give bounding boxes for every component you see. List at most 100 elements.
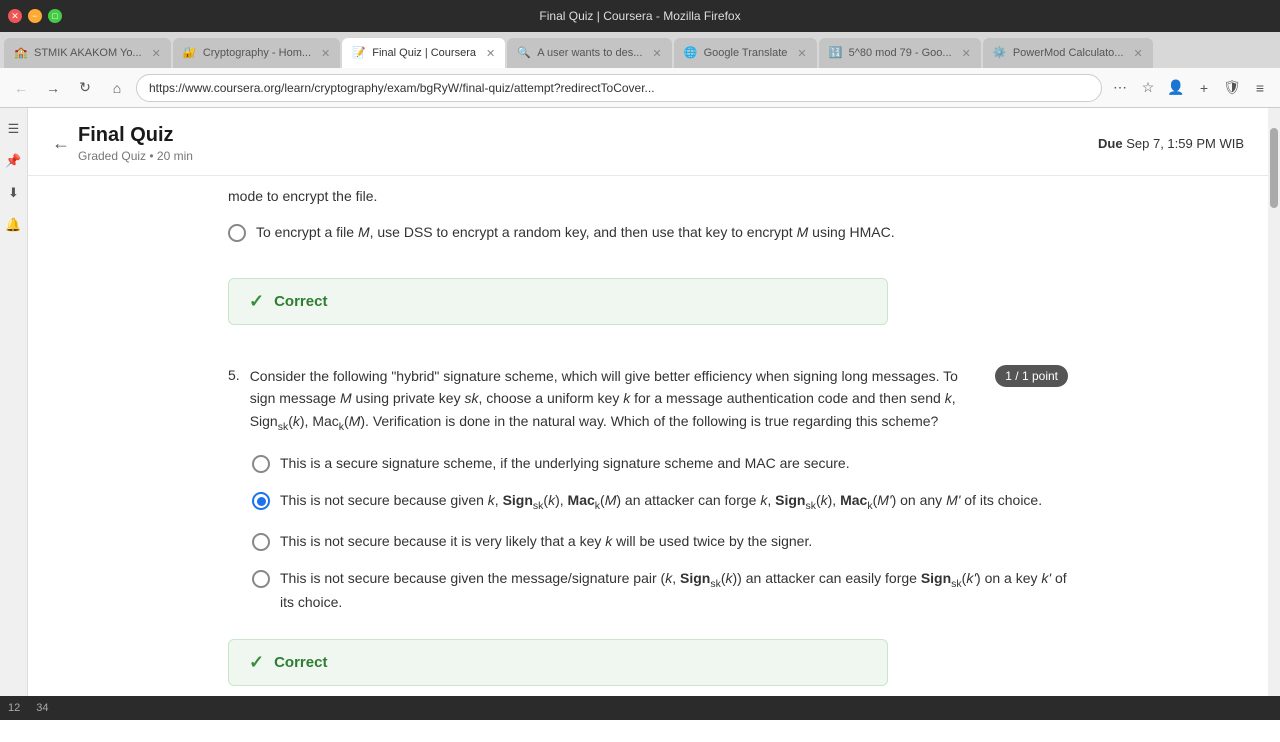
- tab-final-quiz[interactable]: 📝 Final Quiz | Coursera ✕: [342, 38, 505, 68]
- tab-cryptography[interactable]: 🔐 Cryptography - Hom... ✕: [173, 38, 340, 68]
- close-button[interactable]: ✕: [8, 9, 22, 23]
- tab-label-powermod: PowerMod Calculato...: [1013, 47, 1124, 59]
- math-q5-k2: k: [945, 390, 952, 406]
- question-5-body: 5. Consider the following "hybrid" signa…: [228, 365, 979, 435]
- answer-text-q5-opt4: This is not secure because given the mes…: [280, 568, 1068, 614]
- home-button[interactable]: ⌂: [104, 75, 130, 101]
- back-arrow-icon: ←: [52, 133, 70, 154]
- radio-q5-opt2[interactable]: [252, 492, 270, 510]
- sidebar-icon-2[interactable]: 📌: [3, 150, 25, 172]
- math-q5-sk: sk: [464, 390, 478, 406]
- taskbar-date: 34: [36, 702, 48, 714]
- quiz-subtitle: Graded Quiz • 20 min: [78, 149, 193, 163]
- correct-text-1: Correct: [274, 293, 327, 310]
- due-date: Sep 7, 1:59 PM WIB: [1126, 136, 1244, 151]
- radio-q5-opt3[interactable]: [252, 533, 270, 551]
- answer-text-q5-opt3: This is not secure because it is very li…: [280, 531, 812, 552]
- math-k: k: [488, 492, 495, 508]
- correct-banner-2: ✓ Correct: [228, 639, 888, 686]
- tab-user[interactable]: 🔍 A user wants to des... ✕: [507, 38, 671, 68]
- back-button[interactable]: ← Final Quiz Graded Quiz • 20 min: [52, 124, 193, 163]
- correct-text-2: Correct: [274, 654, 327, 671]
- back-nav-button[interactable]: ←: [8, 75, 34, 101]
- tab-close-translate[interactable]: ✕: [797, 47, 806, 60]
- refresh-button[interactable]: ↻: [72, 75, 98, 101]
- due-label: Due: [1098, 136, 1123, 151]
- browser-window: ✕ − □ Final Quiz | Coursera - Mozilla Fi…: [0, 0, 1280, 742]
- due-info: Due Sep 7, 1:59 PM WIB: [1098, 136, 1244, 151]
- tab-favicon-stmik: 🏫: [14, 46, 28, 60]
- question-5-header: 5. Consider the following "hybrid" signa…: [228, 365, 1068, 435]
- addon-icon[interactable]: +: [1192, 76, 1216, 100]
- partial-answer-text: mode to encrypt the file.: [228, 188, 1068, 212]
- tab-modmath[interactable]: 🔢 5^80 mod 79 - Goo... ✕: [819, 38, 981, 68]
- tab-close-stmik[interactable]: ✕: [152, 47, 161, 60]
- math-kprime: k': [966, 570, 976, 586]
- forward-nav-button[interactable]: →: [40, 75, 66, 101]
- menu-icon[interactable]: ≡: [1248, 76, 1272, 100]
- tab-close-modmath[interactable]: ✕: [962, 47, 971, 60]
- math-M3: M: [605, 492, 617, 508]
- q5-option-2: This is not secure because given k, Sign…: [252, 484, 1068, 521]
- quiz-title: Final Quiz: [78, 124, 193, 147]
- tab-label-translate: Google Translate: [704, 47, 788, 59]
- maximize-button[interactable]: □: [48, 9, 62, 23]
- point-badge-q5: 1 / 1 point: [995, 365, 1068, 387]
- math-M1: M: [358, 224, 370, 240]
- bookmark-icon[interactable]: ☆: [1136, 76, 1160, 100]
- math-q5-M: M: [340, 390, 352, 406]
- shield-icon[interactable]: 🛡: [1220, 76, 1244, 100]
- tab-translate[interactable]: 🌐 Google Translate ✕: [674, 38, 817, 68]
- check-icon-2: ✓: [249, 652, 264, 673]
- toolbar-icons: ⋯ ☆ 👤 + 🛡 ≡: [1108, 76, 1272, 100]
- window-title: Final Quiz | Coursera - Mozilla Firefox: [539, 9, 740, 23]
- q5-option-4: This is not secure because given the mes…: [252, 562, 1068, 620]
- tab-label-quiz: Final Quiz | Coursera: [372, 47, 476, 59]
- profile-icon[interactable]: 👤: [1164, 76, 1188, 100]
- tab-close-crypto[interactable]: ✕: [321, 47, 330, 60]
- scrollbar-thumb[interactable]: [1270, 128, 1278, 208]
- tab-close-user[interactable]: ✕: [652, 47, 661, 60]
- answer-text-q5-opt2: This is not secure because given k, Sign…: [280, 490, 1042, 515]
- address-bar: ← → ↻ ⌂ https://www.coursera.org/learn/c…: [0, 68, 1280, 108]
- tab-favicon-modmath: 🔢: [829, 46, 843, 60]
- page-wrapper: ☰ 📌 ⬇ 🔔 ← Final Quiz Graded Quiz • 20 mi…: [0, 108, 1280, 742]
- sidebar-icon-4[interactable]: 🔔: [3, 214, 25, 236]
- tab-favicon-user: 🔍: [517, 46, 531, 60]
- math-Mprime2: M': [946, 492, 960, 508]
- tab-label-user: A user wants to des...: [537, 47, 642, 59]
- q5-option-3: This is not secure because it is very li…: [252, 525, 1068, 558]
- math-k4: k: [821, 492, 828, 508]
- radio-q5-opt4[interactable]: [252, 570, 270, 588]
- left-sidebar: ☰ 📌 ⬇ 🔔: [0, 108, 28, 720]
- math-k5: k: [605, 533, 612, 549]
- math-Mprime: M': [877, 492, 891, 508]
- tab-close-powermod[interactable]: ✕: [1133, 47, 1142, 60]
- url-bar[interactable]: https://www.coursera.org/learn/cryptogra…: [136, 74, 1102, 102]
- answer-option-dss: To encrypt a file M, use DSS to encrypt …: [228, 216, 1068, 249]
- math-k6: k: [665, 570, 672, 586]
- quiz-content: mode to encrypt the file. To encrypt a f…: [168, 176, 1128, 742]
- math-kprime2: k': [1041, 570, 1051, 586]
- answer-text-q5-opt1: This is a secure signature scheme, if th…: [280, 453, 850, 474]
- radio-dss[interactable]: [228, 224, 246, 242]
- question-5-text: Consider the following "hybrid" signatur…: [250, 365, 980, 435]
- taskbar-time: 12: [8, 702, 20, 714]
- math-k2: k: [548, 492, 555, 508]
- math-q5-M2: M: [349, 413, 361, 429]
- tab-stmik[interactable]: 🏫 STMIK AKAKOM Yo... ✕: [4, 38, 171, 68]
- tab-label-crypto: Cryptography - Hom...: [203, 47, 311, 59]
- question-5-number: 5.: [228, 365, 240, 435]
- tab-close-quiz[interactable]: ✕: [486, 47, 495, 60]
- sidebar-icon-1[interactable]: ☰: [3, 118, 25, 140]
- minimize-button[interactable]: −: [28, 9, 42, 23]
- scrollbar[interactable]: [1268, 108, 1280, 720]
- sidebar-icon-3[interactable]: ⬇: [3, 182, 25, 204]
- window-controls[interactable]: ✕ − □: [8, 9, 62, 23]
- math-q5-k3: k: [293, 413, 300, 429]
- radio-q5-opt1[interactable]: [252, 455, 270, 473]
- extensions-icon[interactable]: ⋯: [1108, 76, 1132, 100]
- tab-powermod[interactable]: ⚙️ PowerMod Calculato... ✕: [983, 38, 1153, 68]
- math-q5-k: k: [623, 390, 630, 406]
- tab-favicon-powermod: ⚙️: [993, 46, 1007, 60]
